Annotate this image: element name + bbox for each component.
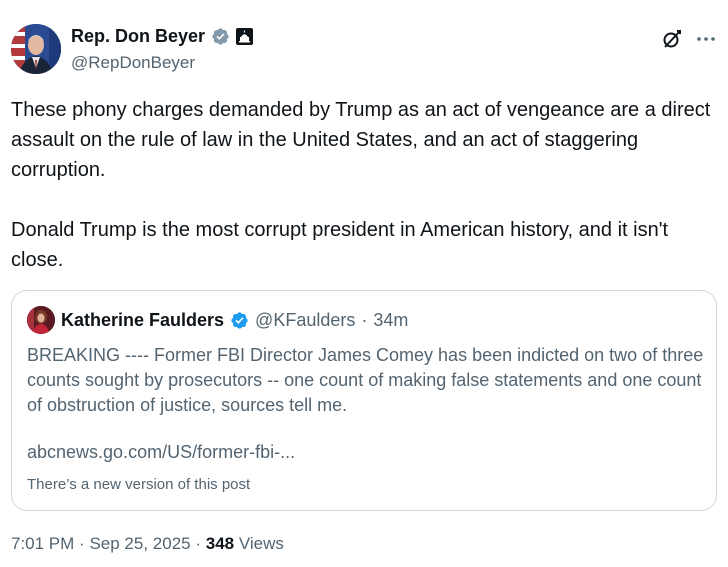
verified-badge-icon[interactable] <box>211 27 230 46</box>
grok-icon[interactable] <box>661 28 683 50</box>
views-count[interactable]: 348 <box>206 534 234 553</box>
post-time[interactable]: 7:01 PM <box>11 534 74 553</box>
quoted-post[interactable]: Katherine Faulders @KFaulders · 34m BREA… <box>11 290 717 511</box>
quoted-author-name[interactable]: Katherine Faulders <box>61 310 224 331</box>
author-avatar[interactable] <box>11 24 61 74</box>
new-version-notice[interactable]: There’s a new version of this post <box>27 476 250 493</box>
post-text: These phony charges demanded by Trump as… <box>11 99 711 271</box>
quoted-post-link[interactable]: abcnews.go.com/US/former-fbi-... <box>27 442 295 463</box>
quoted-post-text: BREAKING ---- Former FBI Director James … <box>27 345 709 415</box>
quoted-author-handle[interactable]: @KFaulders <box>255 310 355 331</box>
meta-separator: · <box>361 309 368 330</box>
meta-separator: · <box>79 534 85 553</box>
author-display-name[interactable]: Rep. Don Beyer <box>71 26 205 47</box>
post-footer: 7:01 PM · Sep 25, 2025 · 348 Views <box>11 534 284 554</box>
quoted-post-time[interactable]: 34m <box>373 310 408 331</box>
verified-badge-icon[interactable] <box>230 311 249 330</box>
post-date[interactable]: Sep 25, 2025 <box>89 534 190 553</box>
views-label: Views <box>238 534 284 553</box>
meta-separator: · <box>195 534 202 553</box>
capitol-building-icon[interactable] <box>236 28 254 45</box>
quoted-author-avatar[interactable] <box>27 306 55 334</box>
author-handle[interactable]: @RepDonBeyer <box>71 53 195 73</box>
more-options-icon[interactable] <box>695 28 717 50</box>
post-header: Rep. Don Beyer @RepDonBeyer <box>11 24 717 78</box>
